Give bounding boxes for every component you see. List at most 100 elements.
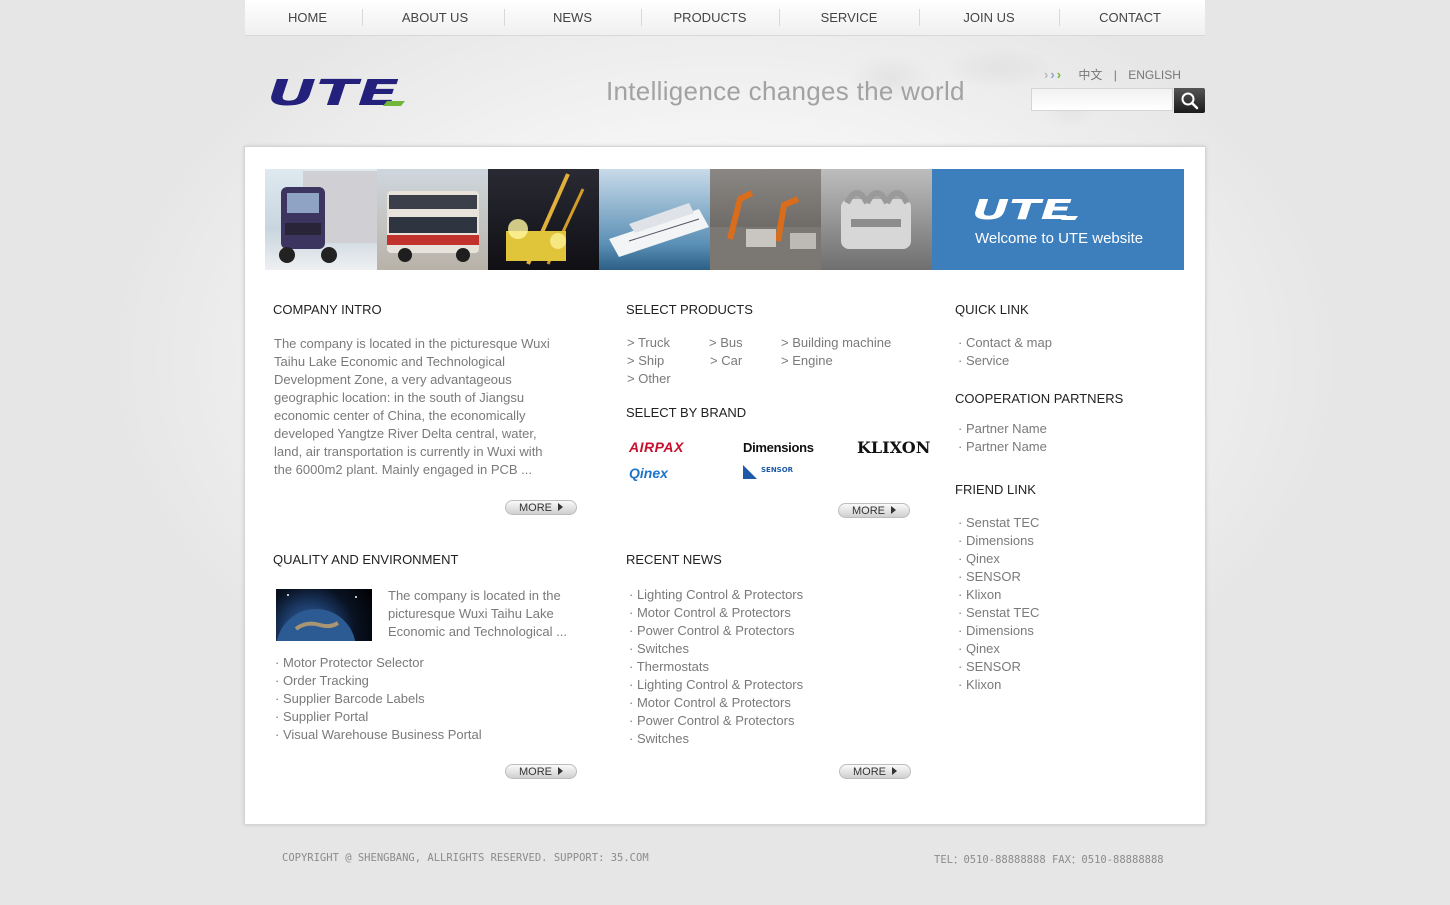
nav-join-us[interactable]: JOIN US — [945, 0, 1033, 35]
nav-divider — [504, 9, 505, 26]
nav-about-us[interactable]: ABOUT US — [385, 0, 485, 35]
lang-separator: | — [1113, 68, 1117, 82]
product-bus-link[interactable]: > Bus — [709, 335, 743, 350]
chevron-right-icon: › — [1050, 67, 1055, 82]
brand-more-button[interactable]: MORE — [838, 503, 910, 518]
nav-products[interactable]: PRODUCTS — [660, 0, 760, 35]
product-engine-link[interactable]: > Engine — [781, 353, 833, 368]
nav-divider — [779, 9, 780, 26]
partner-link[interactable]: · Partner Name — [958, 421, 1047, 436]
order-tracking-link[interactable]: · Order Tracking — [275, 673, 369, 688]
svg-text:UTE: UTE — [972, 197, 1072, 223]
nav-service[interactable]: SERVICE — [800, 0, 898, 35]
news-more-button[interactable]: MORE — [839, 764, 911, 779]
nav-divider — [641, 9, 642, 26]
friend-link-item[interactable]: · Qinex — [958, 551, 1000, 566]
friend-link-item[interactable]: · Klixon — [958, 587, 1001, 602]
supplier-barcode-labels-link[interactable]: · Supplier Barcode Labels — [275, 691, 425, 706]
brand-qinex-logo[interactable]: Qinex — [629, 465, 668, 481]
quick-link-title: QUICK LINK — [955, 302, 1029, 317]
nav-news[interactable]: NEWS — [530, 0, 615, 35]
friend-link-item[interactable]: · Senstat TEC — [958, 605, 1039, 620]
supplier-portal-link[interactable]: · Supplier Portal — [275, 709, 368, 724]
search-icon — [1181, 92, 1199, 110]
play-icon — [558, 503, 563, 511]
friend-link-title: FRIEND LINK — [955, 482, 1036, 497]
brand-dimensions-logo[interactable]: Dimensions — [743, 440, 814, 455]
quality-title: QUALITY AND ENVIRONMENT — [273, 552, 459, 567]
quality-text: The company is located in the picturesqu… — [388, 588, 567, 639]
lang-chinese[interactable]: 中文 — [1078, 68, 1102, 82]
friend-link-item[interactable]: · Dimensions — [958, 533, 1034, 548]
news-item[interactable]: · Switches — [629, 641, 689, 656]
select-products-title: SELECT PRODUCTS — [626, 302, 753, 317]
company-intro-text: The company is located in the picturesqu… — [274, 336, 550, 477]
slogan: Intelligence changes the world — [606, 76, 965, 106]
svg-text:SENSOR NITE: SENSOR NITE — [761, 466, 793, 474]
banner-engine-image — [821, 169, 932, 270]
banner-ship-image — [599, 169, 710, 270]
banner-bus-image — [377, 169, 488, 270]
play-icon — [558, 767, 563, 775]
search-button[interactable] — [1174, 88, 1205, 113]
news-item[interactable]: · Thermostats — [629, 659, 709, 674]
top-navigation: HOME ABOUT US NEWS PRODUCTS SERVICE JOIN… — [245, 0, 1205, 36]
play-icon — [891, 506, 896, 514]
nav-divider — [362, 9, 363, 26]
company-intro-title: COMPANY INTRO — [273, 302, 382, 317]
chevron-right-icon: › — [1056, 67, 1062, 82]
banner: UTE Welcome to UTE website — [265, 169, 1184, 270]
footer-contact: TEL：0510-88888888 FAX：0510-88888888 — [934, 854, 1164, 866]
welcome-panel: UTE Welcome to UTE website — [932, 169, 1184, 270]
product-truck-link[interactable]: > Truck — [627, 335, 670, 350]
brand-airpax-logo[interactable]: AIRPAX — [629, 439, 684, 455]
motor-protector-selector-link[interactable]: · Motor Protector Selector — [275, 655, 424, 670]
news-item[interactable]: · Lighting Control & Protectors — [629, 677, 803, 692]
welcome-ute-logo: UTE — [972, 197, 1078, 223]
recent-news-title: RECENT NEWS — [626, 552, 722, 567]
news-item[interactable]: · Power Control & Protectors — [629, 623, 794, 638]
nav-home[interactable]: HOME — [270, 0, 345, 35]
chevron-right-icon: › — [1044, 67, 1049, 82]
welcome-text: Welcome to UTE website — [975, 230, 1144, 247]
friend-link-item[interactable]: · SENSOR — [958, 569, 1021, 584]
product-other-link[interactable]: > Other — [627, 371, 671, 386]
banner-crane-image — [488, 169, 599, 270]
ute-logo[interactable]: UTE — [267, 78, 407, 108]
footer-copyright: COPYRIGHT @ SHENGBANG, ALLRIGHTS RESERVE… — [282, 852, 649, 864]
friend-link-item[interactable]: · Senstat TEC — [958, 515, 1039, 530]
product-building-machine-link[interactable]: > Building machine — [781, 335, 891, 350]
news-item[interactable]: · Lighting Control & Protectors — [629, 587, 803, 602]
nav-contact[interactable]: CONTACT — [1085, 0, 1175, 35]
earth-image — [276, 589, 372, 689]
news-item[interactable]: · Switches — [629, 731, 689, 746]
company-intro-more-button[interactable]: MORE — [505, 500, 577, 515]
friend-link-item[interactable]: · Klixon — [958, 677, 1001, 692]
friend-link-item[interactable]: · SENSOR — [958, 659, 1021, 674]
brand-sensor-nite-logo[interactable]: SENSOR NITE — [743, 465, 814, 481]
lang-english[interactable]: ENGLISH — [1128, 68, 1181, 82]
banner-factory-image — [710, 169, 821, 270]
partners-title: COOPERATION PARTNERS — [955, 391, 1124, 406]
play-icon — [892, 767, 897, 775]
svg-text:UTE: UTE — [267, 78, 400, 108]
nav-divider — [919, 9, 920, 26]
search-input[interactable] — [1031, 88, 1173, 111]
nav-divider — [1059, 9, 1060, 26]
news-item[interactable]: · Motor Control & Protectors — [629, 605, 791, 620]
visual-warehouse-portal-link[interactable]: · Visual Warehouse Business Portal — [275, 727, 482, 742]
friend-link-item[interactable]: · Dimensions — [958, 623, 1034, 638]
news-item[interactable]: · Motor Control & Protectors — [629, 695, 791, 710]
language-switcher: › › › 中文 | ENGLISH — [1044, 66, 1181, 83]
quick-link-contact-map[interactable]: · Contact & map — [958, 335, 1052, 350]
brand-klixon-logo[interactable]: KLIXON — [857, 438, 930, 457]
product-car-link[interactable]: > Car — [710, 353, 742, 368]
product-ship-link[interactable]: > Ship — [627, 353, 664, 368]
quality-more-button[interactable]: MORE — [505, 764, 577, 779]
banner-truck-image — [265, 169, 377, 270]
select-brand-title: SELECT BY BRAND — [626, 405, 747, 420]
partner-link[interactable]: · Partner Name — [958, 439, 1047, 454]
news-item[interactable]: · Power Control & Protectors — [629, 713, 794, 728]
friend-link-item[interactable]: · Qinex — [958, 641, 1000, 656]
quick-link-service[interactable]: · Service — [958, 353, 1009, 368]
